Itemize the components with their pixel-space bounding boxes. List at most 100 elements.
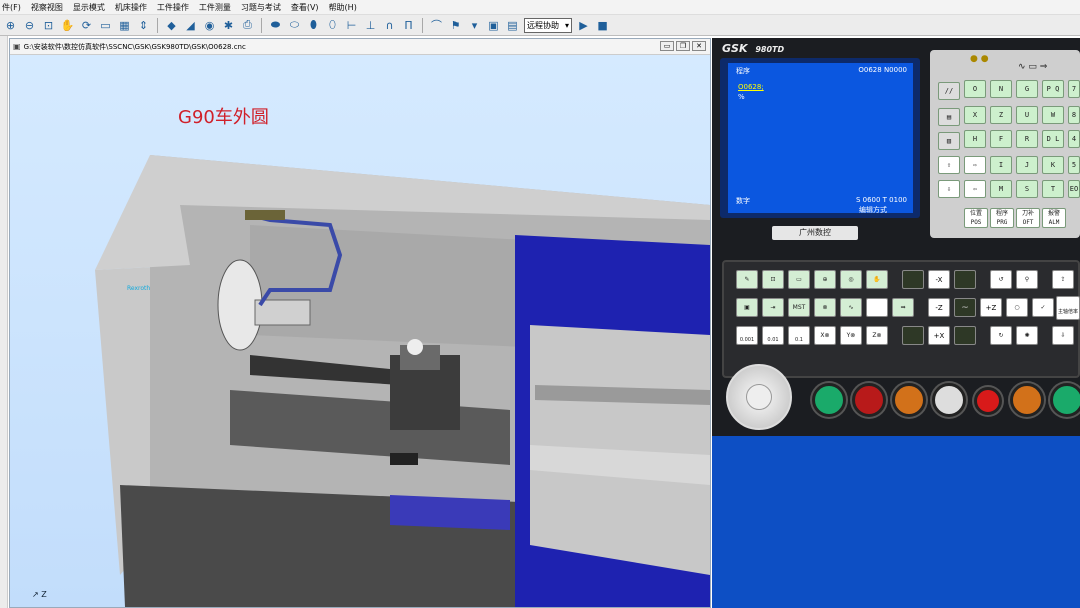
window-icon[interactable]: ▭: [98, 18, 113, 33]
jog-neg-z-button[interactable]: -Z: [928, 298, 950, 317]
key-i[interactable]: I: [990, 156, 1012, 174]
key-u[interactable]: U: [1016, 106, 1038, 124]
key-h[interactable]: H: [964, 130, 986, 148]
minimize-button[interactable]: ▭: [660, 41, 674, 51]
key-5[interactable]: 5: [1068, 156, 1080, 174]
mode-jog-button[interactable]: ✋: [866, 270, 888, 289]
save-icon[interactable]: ▤: [505, 18, 520, 33]
key-dl[interactable]: D L: [1042, 130, 1064, 148]
key-list-icon[interactable]: ▥: [938, 132, 960, 150]
gauge-icon[interactable]: ∩: [382, 18, 397, 33]
dry-run-button[interactable]: ⊗: [814, 298, 836, 317]
key-s[interactable]: S: [1016, 180, 1038, 198]
spindle-stop-button[interactable]: ○: [1006, 298, 1028, 317]
restore-button[interactable]: ❐: [676, 41, 690, 51]
measure-icon[interactable]: ⊥: [363, 18, 378, 33]
key-f[interactable]: F: [990, 130, 1012, 148]
coolant-icon[interactable]: ◉: [202, 18, 217, 33]
cylinder-icon[interactable]: ⬬: [268, 18, 283, 33]
cylinder2-icon[interactable]: ⬭: [287, 18, 302, 33]
menu-machine[interactable]: 机床操作: [115, 2, 147, 13]
key-z[interactable]: Z: [990, 106, 1012, 124]
jog-blank-5[interactable]: [954, 326, 976, 345]
key-n[interactable]: N: [990, 80, 1012, 98]
arrow-right-icon[interactable]: ⇨: [964, 156, 986, 174]
key-w[interactable]: W: [1042, 106, 1064, 124]
key-slash[interactable]: //: [938, 82, 960, 100]
emergency-button[interactable]: [974, 387, 1002, 415]
rotate-icon[interactable]: ⟳: [79, 18, 94, 33]
menu-measure[interactable]: 工件测量: [199, 2, 231, 13]
key-8[interactable]: 8: [1068, 106, 1080, 124]
record-icon[interactable]: ▣: [486, 18, 501, 33]
mode-select[interactable]: 远程协助 ▾: [524, 17, 573, 33]
zoom-out-icon[interactable]: ⊖: [22, 18, 37, 33]
play-icon[interactable]: ▶: [576, 18, 591, 33]
cylinder3-icon[interactable]: ⬮: [306, 18, 321, 33]
bracket-icon[interactable]: Π: [401, 18, 416, 33]
key-k[interactable]: K: [1042, 156, 1064, 174]
feed-override-button[interactable]: [892, 383, 926, 417]
key-pos[interactable]: 位置 POS: [964, 208, 988, 228]
zoom-fit-icon[interactable]: ⊡: [41, 18, 56, 33]
spindle-ccw-button[interactable]: ↺: [990, 270, 1012, 289]
home-button[interactable]: ⇪: [1052, 270, 1074, 289]
tool-change-button[interactable]: ✺: [1016, 326, 1038, 345]
mode-ref-button[interactable]: ⊕: [814, 270, 836, 289]
skip-button[interactable]: ⇥: [762, 298, 784, 317]
3d-viewport[interactable]: G90车外圆 Rexroth ↗ Z: [10, 55, 710, 607]
pan-hand-icon[interactable]: ✋: [60, 18, 75, 33]
key-alm[interactable]: 报警 ALM: [1042, 208, 1066, 228]
jog-pos-x-button[interactable]: +X: [928, 326, 950, 345]
print-icon[interactable]: ⎙: [240, 18, 255, 33]
rapid-button[interactable]: ⇛: [892, 298, 914, 317]
curve-icon[interactable]: ⌒: [429, 18, 444, 33]
arrow-down-icon[interactable]: ⇩: [938, 180, 960, 198]
jog-pos-z-button[interactable]: +Z: [980, 298, 1002, 317]
jog-blank-2[interactable]: [954, 270, 976, 289]
power-button[interactable]: [1050, 383, 1080, 417]
lube-button[interactable]: ✓: [1032, 298, 1054, 317]
step-0001-button[interactable]: 0.001: [736, 326, 758, 345]
key-m[interactable]: M: [990, 180, 1012, 198]
arrow-up-icon[interactable]: ⇧: [938, 156, 960, 174]
jog-neg-x-button[interactable]: -X: [928, 270, 950, 289]
single-block-button[interactable]: ▣: [736, 298, 758, 317]
zoom-in-icon[interactable]: ⊕: [3, 18, 18, 33]
down-button[interactable]: ⇩: [1052, 326, 1074, 345]
key-x[interactable]: X: [964, 106, 986, 124]
axis-z-button[interactable]: Z⊗: [866, 326, 888, 345]
mode-auto-button[interactable]: ⊡: [762, 270, 784, 289]
updown-icon[interactable]: ⇕: [136, 18, 151, 33]
caliper-icon[interactable]: ⊢: [344, 18, 359, 33]
machine-icon[interactable]: ◆: [164, 18, 179, 33]
coolant-button[interactable]: ⚲: [1016, 270, 1038, 289]
key-7[interactable]: 7: [1068, 80, 1080, 98]
jog-blank-3[interactable]: [866, 298, 888, 317]
spindle-cw-button[interactable]: ↻: [990, 326, 1012, 345]
step-001-button[interactable]: 0.01: [762, 326, 784, 345]
arrow-left-icon[interactable]: ⇦: [964, 180, 986, 198]
key-pq[interactable]: P Q: [1042, 80, 1064, 98]
key-4[interactable]: 4: [1068, 130, 1080, 148]
gear-icon[interactable]: ✱: [221, 18, 236, 33]
feed-hold-button[interactable]: [852, 383, 886, 417]
flag-icon[interactable]: ⚑: [448, 18, 463, 33]
key-g[interactable]: G: [1016, 80, 1038, 98]
jog-blank-4[interactable]: [902, 326, 924, 345]
key-eo[interactable]: EO: [1068, 180, 1080, 198]
stop-icon[interactable]: ■: [595, 18, 610, 33]
grid-icon[interactable]: ▦: [117, 18, 132, 33]
key-t[interactable]: T: [1042, 180, 1064, 198]
axis-y-button[interactable]: Y⊗: [840, 326, 862, 345]
mode-mpg-button[interactable]: ◎: [840, 270, 862, 289]
mode-mdi-button[interactable]: ▭: [788, 270, 810, 289]
key-oft[interactable]: 刀补 OFT: [1016, 208, 1040, 228]
key-j[interactable]: J: [1016, 156, 1038, 174]
mode-edit-button[interactable]: ✎: [736, 270, 758, 289]
mst-button[interactable]: MST: [788, 298, 810, 317]
menu-file[interactable]: 件(F): [2, 2, 21, 13]
wave-button[interactable]: ∿: [840, 298, 862, 317]
spindle-speed-button[interactable]: [1010, 383, 1044, 417]
step-01-button[interactable]: 0.1: [788, 326, 810, 345]
